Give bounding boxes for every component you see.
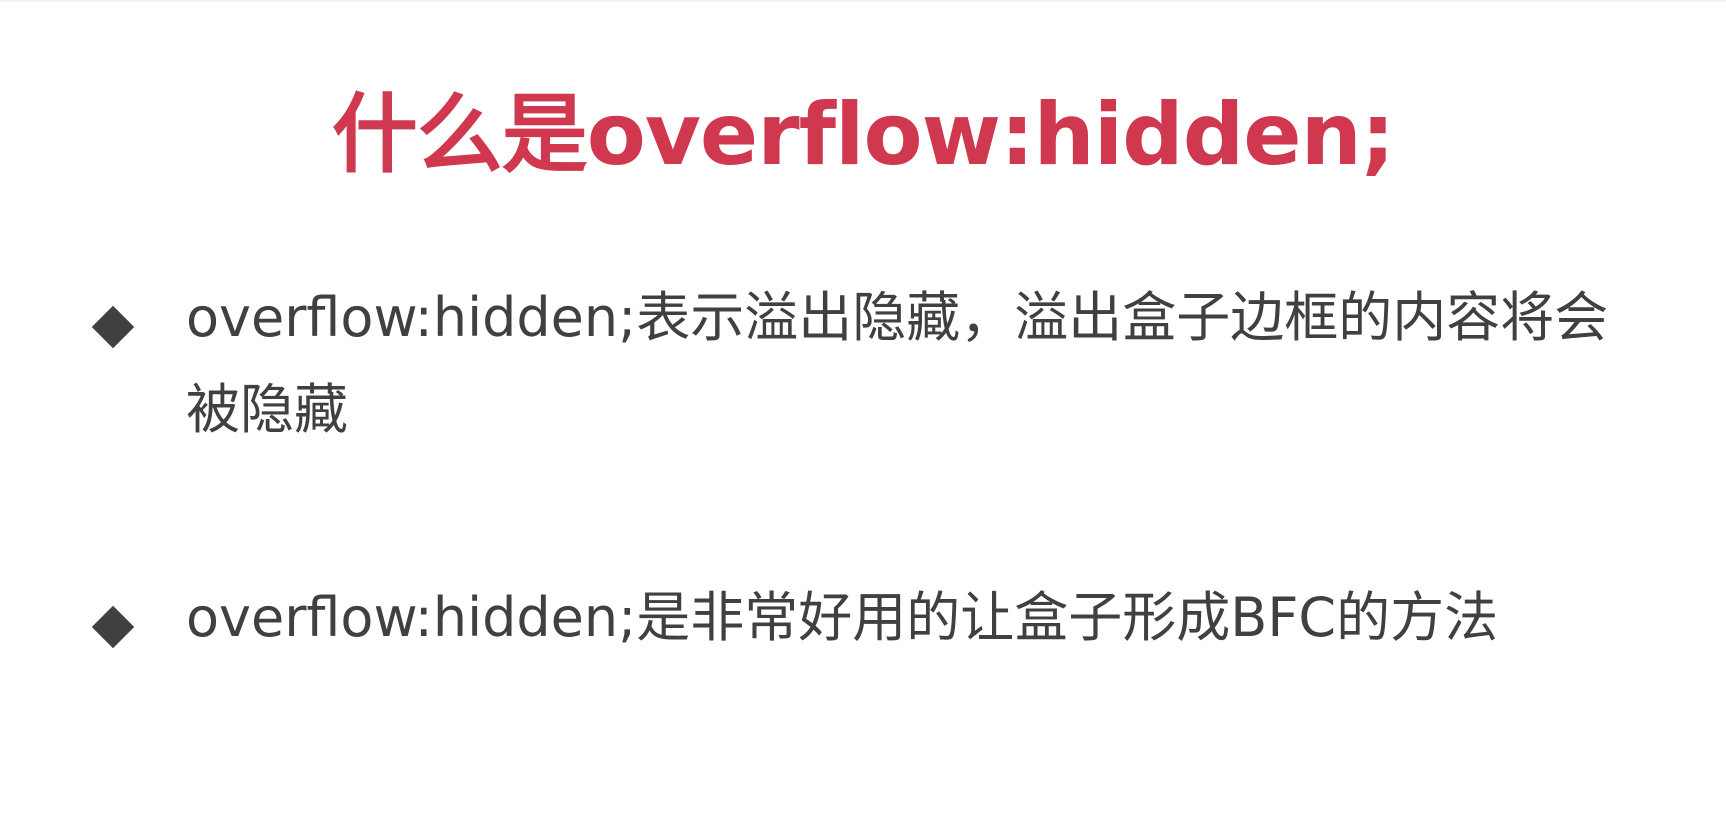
slide: 什么是overflow:hidden; overflow:hidden;表示溢出…	[0, 0, 1726, 816]
diamond-icon	[91, 305, 135, 349]
diamond-icon	[91, 605, 135, 649]
bullet-list: overflow:hidden;表示溢出隐藏，溢出盒子边框的内容将会被隐藏 ov…	[0, 2, 1726, 816]
bullet-text: overflow:hidden;是非常好用的让盒子形成BFC的方法	[186, 586, 1499, 649]
bullet-text: overflow:hidden;表示溢出隐藏，溢出盒子边框的内容将会被隐藏	[186, 286, 1609, 441]
